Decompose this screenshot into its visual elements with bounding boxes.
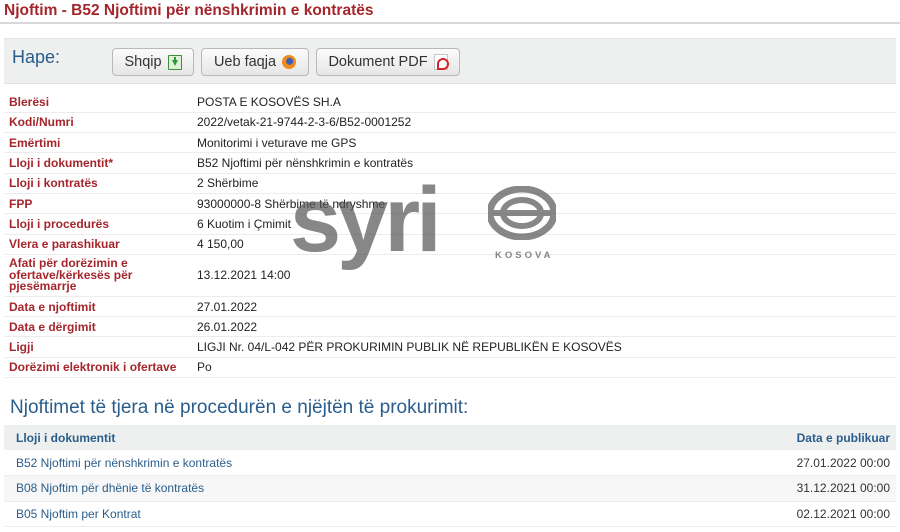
detail-row-procedure: Lloji i procedurës 6 Kuotim i Çmimit [4,213,896,235]
detail-key: FPP [4,193,192,215]
detail-key: Dorëzimi elektronik i ofertave [4,357,192,379]
notice-details-table: Blerësi POSTA E KOSOVËS SH.A Kodi/Numri 20… [4,92,896,379]
web-button-label: Ueb faqja [213,54,277,70]
detail-key: Lloji i kontratës [4,173,192,194]
open-shqip-button[interactable]: Shqip [112,48,194,76]
detail-row-name: Emërtimi Monitorimi i veturave me GPS [4,132,896,154]
detail-value: 27.01.2022 [192,296,896,318]
notice-link[interactable]: B05 Njoftim per Kontrat [4,501,604,527]
open-toolbar: Hape: Shqip Ueb faqja Dokument PDF [4,38,896,84]
detail-row-buyer: Blerësi POSTA E KOSOVËS SH.A [4,92,896,113]
detail-value: B52 Njoftimi për nënshkrimin e kontratës [192,152,896,174]
notice-date: 02.12.2021 00:00 [603,501,896,527]
open-pdf-button[interactable]: Dokument PDF [316,48,460,76]
page-title: Njoftim - B52 Njoftimi për nënshkrimin e… [4,2,374,19]
table-row[interactable]: B05 Njoftim per Kontrat 02.12.2021 00:00 [4,501,896,527]
detail-key: Lloji i procedurës [4,213,192,235]
detail-key: Kodi/Numri [4,112,192,134]
detail-key: Ligji [4,336,192,358]
detail-row-notice-date: Data e njoftimit 27.01.2022 [4,296,896,318]
detail-value: POSTA E KOSOVËS SH.A [192,92,896,113]
column-header-doc-type: Lloji i dokumentit [4,425,604,450]
column-header-published: Data e publikuar [603,425,896,450]
detail-value: 93000000-8 Shërbime të ndryshme [192,193,896,215]
detail-key: Blerësi [4,92,192,113]
detail-value: LIGJI Nr. 04/L-042 PËR PROKURIMIN PUBLIK… [192,336,896,358]
other-notices-table: Lloji i dokumentit Data e publikuar B52 … [4,425,896,527]
detail-key: Vlera e parashikuar [4,234,192,255]
detail-value: 2022/vetak-21-9744-2-3-6/B52-0001252 [192,112,896,134]
detail-row-law: Ligji LIGJI Nr. 04/L-042 PËR PROKURIMIN P… [4,336,896,358]
notice-date: 31.12.2021 00:00 [603,475,896,502]
notice-link[interactable]: B08 Njoftim për dhënie të kontratës [4,475,604,502]
detail-row-sent-date: Data e dërgimit 26.01.2022 [4,316,896,338]
detail-row-contract-type: Lloji i kontratës 2 Shërbime [4,173,896,194]
pdf-button-label: Dokument PDF [328,54,428,70]
title-divider [0,22,900,24]
detail-key: Emërtimi [4,132,192,154]
detail-key: Lloji i dokumentit* [4,152,192,174]
detail-row-estimated-value: Vlera e parashikuar 4 150,00 [4,234,896,255]
pdf-icon [433,54,449,70]
detail-value: Monitorimi i veturave me GPS [192,132,896,154]
detail-key: Data e dërgimit [4,316,192,338]
open-label: Hape: [12,47,61,67]
detail-row-doc-type: Lloji i dokumentit* B52 Njoftimi për nëns… [4,152,896,174]
detail-row-fpp: FPP 93000000-8 Shërbime të ndryshme [4,193,896,215]
detail-value: 26.01.2022 [192,316,896,338]
detail-value: Po [192,357,896,379]
detail-value: 13.12.2021 14:00 [192,254,896,297]
detail-key: Afati për dorëzimin e ofertave/kërkesës … [4,254,192,297]
table-row[interactable]: B08 Njoftim për dhënie të kontratës 31.1… [4,475,896,502]
detail-key: Data e njoftimit [4,296,192,318]
open-web-page-button[interactable]: Ueb faqja [201,48,309,76]
notice-date: 27.01.2022 00:00 [603,450,896,476]
detail-value: 4 150,00 [192,234,896,255]
download-icon [167,54,182,70]
detail-value: 6 Kuotim i Çmimit [192,213,896,235]
detail-row-electronic-submission: Dorëzimi elektronik i ofertave Po [4,357,896,379]
detail-value: 2 Shërbime [192,173,896,194]
table-row[interactable]: B52 Njoftimi për nënshkrimin e kontratës… [4,450,896,476]
shqip-button-label: Shqip [124,54,162,70]
notice-link[interactable]: B52 Njoftimi për nënshkrimin e kontratës [4,450,604,476]
firefox-icon [282,55,297,69]
detail-row-deadline: Afati për dorëzimin e ofertave/kërkesës … [4,254,896,297]
other-notices-title: Njoftimet të tjera në procedurën e njëjt… [10,397,469,418]
table-header-row: Lloji i dokumentit Data e publikuar [4,425,896,450]
detail-row-code: Kodi/Numri 2022/vetak-21-9744-2-3-6/B52-0… [4,112,896,134]
